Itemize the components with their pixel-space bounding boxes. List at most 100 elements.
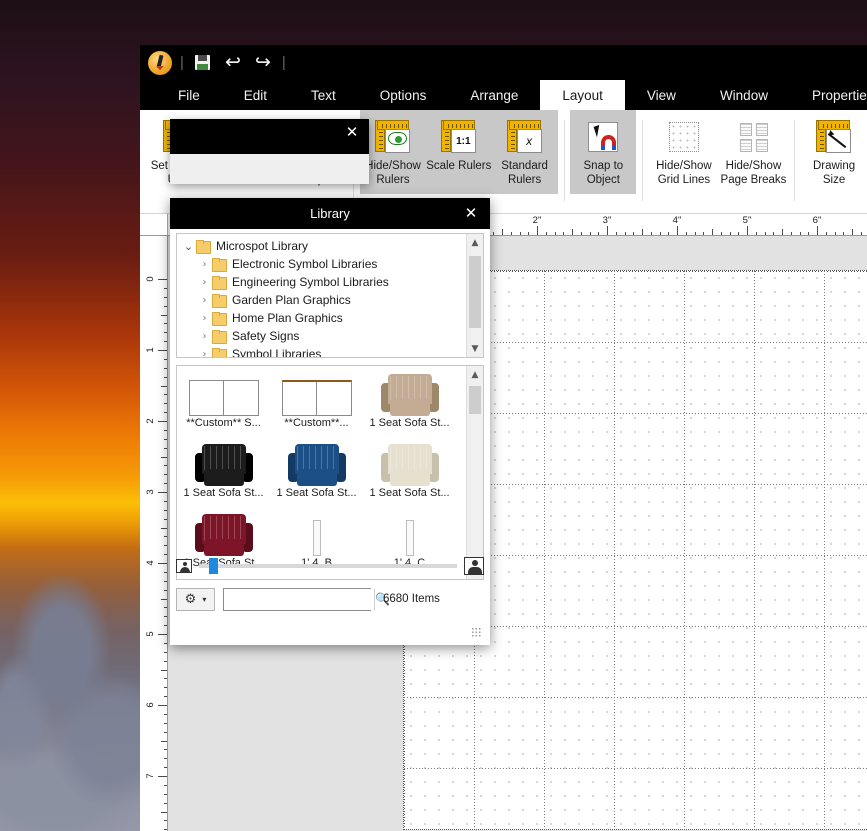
library-item[interactable]: **Custom**... <box>270 368 363 438</box>
library-item[interactable]: 1 Seat Sofa St... <box>363 438 456 508</box>
tab-arrange[interactable]: Arrange <box>448 80 540 110</box>
chevron-right-icon[interactable]: › <box>197 313 212 324</box>
ruler-tick <box>164 332 167 333</box>
library-item[interactable]: 1 Seat Sofa St... <box>363 368 456 438</box>
chevron-up-icon[interactable]: ▲ <box>467 366 483 383</box>
ruler-diagonal-icon <box>816 120 852 154</box>
tree-item[interactable]: ›Garden Plan Graphics <box>177 291 466 309</box>
tab-properties[interactable]: Properties <box>790 80 867 110</box>
ruler-label: 3" <box>603 215 612 226</box>
small-thumbnail-icon[interactable] <box>176 559 192 573</box>
tree-item[interactable]: ⌄Microspot Library <box>177 237 466 255</box>
tree-item[interactable]: › Home Plan Graphics <box>177 309 466 327</box>
tab-file[interactable]: File <box>156 80 222 110</box>
library-options-button[interactable]: ⚙ ▾ <box>176 588 215 611</box>
ruler-label: 7 <box>145 773 156 778</box>
library-item[interactable]: 1 Seat Sofa St... <box>270 438 363 508</box>
chevron-up-icon[interactable]: ▲ <box>467 234 483 251</box>
redo-button[interactable]: ↪ <box>252 52 274 74</box>
ribbon-divider-2 <box>564 120 565 201</box>
ruler-tick <box>555 232 556 235</box>
ruler-label: 4" <box>673 215 682 226</box>
tab-edit[interactable]: Edit <box>222 80 289 110</box>
library-search-box[interactable]: 🔍 <box>223 588 371 611</box>
ruler-tick <box>164 474 167 475</box>
library-title-bar[interactable]: Library ✕ <box>170 198 490 229</box>
library-item[interactable]: 1 Seat Sofa St... <box>177 438 270 508</box>
ruler-tick <box>616 232 617 235</box>
ruler-tick <box>164 652 167 653</box>
vertical-ruler[interactable]: 01234567 <box>140 236 168 831</box>
ribbon-standard-rulers-button[interactable]: x Standard Rulers <box>492 110 558 194</box>
ruler-tick <box>625 232 626 235</box>
ruler-tick <box>782 229 783 235</box>
ruler-tick <box>158 563 167 564</box>
ruler-corner <box>140 214 168 235</box>
scrollbar-thumb[interactable] <box>469 256 481 328</box>
tab-window[interactable]: Window <box>698 80 790 110</box>
ruler-tick <box>164 581 167 582</box>
tree-item[interactable]: ›Electronic Symbol Libraries <box>177 255 466 273</box>
chevron-down-icon[interactable]: ⌄ <box>181 240 196 253</box>
library-items-scrollbar[interactable]: ▲ ▼ <box>466 366 483 579</box>
search-input[interactable] <box>224 589 374 610</box>
chevron-right-icon[interactable]: › <box>197 277 212 288</box>
library-body: ⌄Microspot Library›Electronic Symbol Lib… <box>170 229 490 645</box>
save-button[interactable] <box>192 52 214 74</box>
grid-line <box>544 271 545 829</box>
undo-button[interactable]: ↩ <box>222 52 244 74</box>
ruler-tick <box>164 661 167 662</box>
ruler-tick <box>164 572 167 573</box>
library-thumbnail-panel[interactable]: **Custom** S... **Custom**... 1 Seat Sofa … <box>176 365 484 580</box>
tree-item[interactable]: ›Safety Signs <box>177 327 466 345</box>
ruler-tick <box>161 599 167 600</box>
ruler-tick <box>590 232 591 235</box>
folder-icon <box>212 294 227 306</box>
resize-grip-icon[interactable] <box>471 627 482 638</box>
ruler-tick <box>164 723 167 724</box>
app-logo-icon[interactable] <box>148 51 172 75</box>
chevron-down-icon[interactable]: ▼ <box>467 340 483 357</box>
close-icon[interactable]: ✕ <box>460 203 482 223</box>
tab-options[interactable]: Options <box>358 80 449 110</box>
tree-item[interactable]: ›Engineering Symbol Libraries <box>177 273 466 291</box>
library-item-thumbnail <box>195 508 253 556</box>
chevron-right-icon[interactable]: › <box>197 259 212 270</box>
library-item[interactable]: **Custom** S... <box>177 368 270 438</box>
large-thumbnail-icon[interactable] <box>464 557 484 575</box>
library-item-label: **Custom**... <box>284 416 348 430</box>
library-tree-panel[interactable]: ⌄Microspot Library›Electronic Symbol Lib… <box>176 233 484 358</box>
chevron-right-icon[interactable]: › <box>197 295 212 306</box>
chevron-right-icon[interactable]: › <box>197 331 212 342</box>
background-dialog-title-bar[interactable]: ✕ <box>170 119 369 154</box>
ruler-tick <box>686 232 687 235</box>
tab-layout[interactable]: Layout <box>540 80 625 110</box>
sofa-graphic <box>288 444 346 486</box>
folder-icon <box>212 276 227 288</box>
tab-view[interactable]: View <box>625 80 698 110</box>
chevron-right-icon[interactable]: › <box>197 349 212 359</box>
library-item-thumbnail <box>381 368 439 416</box>
ribbon-hide-show-grid-lines-button[interactable]: Hide/Show Grid Lines <box>649 110 719 213</box>
slider-thumb[interactable] <box>209 558 218 574</box>
ruler-tick <box>164 749 167 750</box>
ribbon-drawing-size-button[interactable]: Drawing Size <box>801 110 867 213</box>
tree-item[interactable]: ›Symbol Libraries <box>177 345 466 358</box>
ribbon-snap-to-object-button[interactable]: Snap to Object <box>570 110 636 194</box>
library-item-thumbnail <box>189 368 259 416</box>
ribbon-hide-show-rulers-button[interactable]: Hide/Show Rulers <box>360 110 426 194</box>
grid-line <box>754 271 755 829</box>
library-tree-scrollbar[interactable]: ▲ ▼ <box>466 234 483 357</box>
scrollbar-thumb[interactable] <box>469 386 481 414</box>
close-icon[interactable]: ✕ <box>341 121 363 143</box>
tree-item-label: Home Plan Graphics <box>232 311 343 325</box>
ruler-tick <box>703 232 704 235</box>
ribbon-hide-show-page-breaks-button[interactable]: Hide/Show Page Breaks <box>719 110 789 213</box>
ribbon-label: Drawing Size <box>813 159 855 187</box>
title-bar: | ↩ ↪ | File Edit Text Options Arrange L… <box>140 45 867 110</box>
grid-line <box>614 271 615 829</box>
thumbnail-size-slider[interactable] <box>199 564 457 568</box>
ruler-tick <box>164 625 167 626</box>
tab-text[interactable]: Text <box>289 80 358 110</box>
ribbon-scale-rulers-button[interactable]: 1:1 Scale Rulers <box>426 110 492 194</box>
